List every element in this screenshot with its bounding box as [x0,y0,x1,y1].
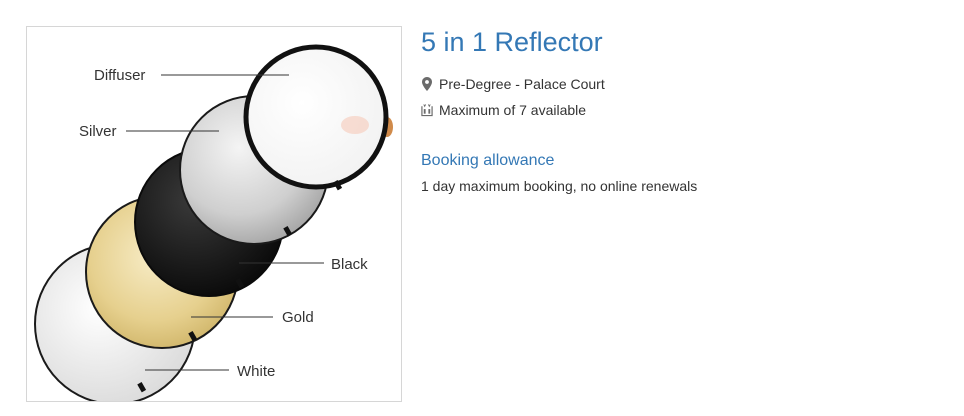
product-title: 5 in 1 Reflector [421,27,603,57]
label-black: Black [331,256,368,273]
label-gold: Gold [282,309,314,326]
label-diffuser: Diffuser [94,67,145,84]
stock-units-icon [421,103,433,117]
reflector-diagram: Diffuser Silver Black Gold White [34,44,393,401]
label-silver: Silver [79,123,117,140]
label-white: White [237,363,275,380]
location-text: Pre-Degree - Palace Court [439,76,605,92]
product-image: Diffuser Silver Black Gold White [26,26,402,402]
availability-text: Maximum of 7 available [439,102,587,118]
product-details: 5 in 1 Reflector Pre-Degree - Palace Cou… [421,24,941,196]
availability-row: Maximum of 7 available [421,100,941,120]
diffuser-disc [243,44,393,191]
booking-allowance-heading: Booking allowance [421,152,555,169]
location-row: Pre-Degree - Palace Court [421,74,941,94]
map-marker-icon [421,77,433,91]
booking-allowance-text: 1 day maximum booking, no online renewal… [421,178,698,194]
